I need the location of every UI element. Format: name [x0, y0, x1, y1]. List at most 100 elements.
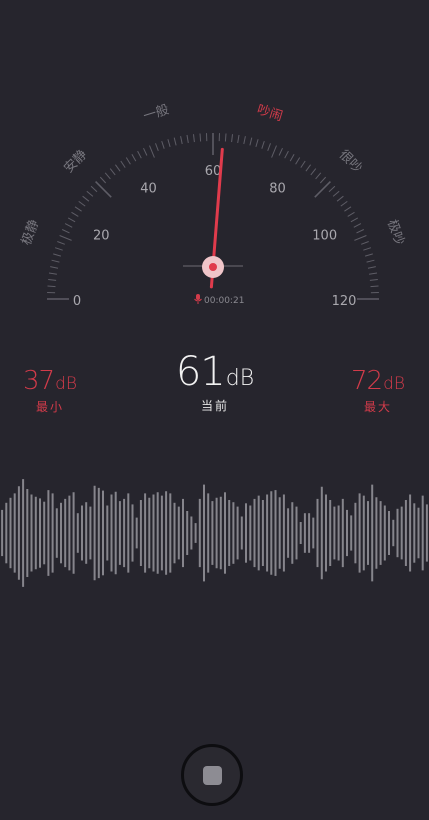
zone-label: 极吵 [384, 217, 408, 247]
dial-tick [340, 200, 348, 207]
dial-tick [369, 279, 378, 281]
dial-tick [53, 253, 62, 257]
dial-tick [255, 139, 259, 148]
dial-tick [319, 176, 327, 184]
dial-label: 40 [140, 181, 157, 196]
dial-tick [137, 150, 142, 159]
dial-tick [314, 181, 331, 198]
dial-tick [336, 195, 344, 202]
dial-tick [67, 217, 76, 223]
dial-tick [353, 223, 362, 228]
dial-tick [104, 172, 111, 180]
dial-tick [125, 157, 131, 165]
dial-tick [57, 241, 65, 245]
dial-tick [367, 266, 376, 269]
dial-tick [231, 134, 233, 143]
dial-tick [249, 137, 253, 146]
stop-square-icon [202, 765, 222, 785]
waveform [1, 479, 428, 587]
max-stat: 72dB 最大 [346, 366, 410, 415]
dial-tick [90, 185, 98, 193]
dial-tick [143, 147, 148, 156]
dial-tick [54, 247, 63, 251]
current-value: 61 [175, 349, 226, 395]
max-value: 72 [350, 366, 383, 396]
dial-tick [261, 140, 265, 149]
dial-label: 100 [312, 229, 337, 244]
min-stat: 37dB 最小 [18, 366, 82, 415]
dial-tick [95, 181, 112, 198]
mic-icon [194, 294, 202, 304]
dial-tick [267, 143, 271, 151]
stop-button[interactable] [181, 744, 243, 806]
dial-tick [370, 285, 379, 288]
dial-tick [86, 190, 94, 197]
dial-tick [47, 285, 56, 288]
dial-tick [350, 217, 359, 223]
dial-tick [99, 176, 107, 184]
dial-label: 20 [93, 229, 110, 244]
dial-tick [305, 164, 312, 172]
current-unit: dB [225, 366, 255, 391]
dial-tick [347, 211, 355, 217]
zone-label: 一般 [141, 102, 171, 125]
gauge: 020406080100120 极静安静一般 吵闹很吵极吵 00:00:21 [19, 102, 408, 309]
dial-tick [300, 160, 306, 168]
dial-tick [61, 229, 70, 234]
dial-tick [271, 145, 277, 158]
dial-tick [51, 259, 60, 263]
dial-tick [328, 185, 336, 193]
needle-hub-center [209, 263, 217, 271]
dial-tick [243, 136, 246, 145]
dial-tick [64, 223, 73, 228]
current-label: 当前 [200, 399, 229, 413]
dial-tick [332, 190, 340, 197]
dial-tick [354, 235, 367, 241]
dial-tick [71, 211, 79, 217]
dial-tick [180, 136, 183, 145]
dial-label: 80 [269, 181, 286, 196]
max-label: 最大 [363, 400, 392, 414]
dial-tick [149, 145, 155, 158]
dial-tick [193, 134, 195, 143]
min-unit: dB [55, 374, 78, 394]
dial-label: 120 [332, 294, 357, 309]
dial-tick [82, 195, 90, 202]
dial-tick [344, 206, 352, 212]
dial-tick [284, 150, 289, 159]
dial-label: 0 [73, 294, 81, 309]
dial-tick [364, 253, 373, 257]
dial-tick [114, 164, 121, 172]
dial-tick [155, 143, 159, 151]
dial-tick [295, 157, 301, 165]
dial-tick [278, 147, 283, 156]
dial-tick [315, 172, 322, 180]
dial-tick [50, 266, 59, 269]
dial-tick [48, 279, 57, 281]
dial-tick [131, 153, 137, 162]
dial-tick [289, 153, 295, 162]
zone-label: 很吵 [336, 147, 366, 177]
dial-tick [59, 235, 72, 241]
current-stat: 61dB 当前 [160, 349, 270, 414]
dial-tick [237, 134, 240, 143]
dial-tick [161, 140, 165, 149]
dial-tick [109, 168, 116, 176]
dial-tick [361, 241, 369, 245]
dial-tick [74, 206, 82, 212]
dial-tick [356, 229, 365, 234]
dial-tick [167, 139, 171, 148]
dial-tick [366, 259, 375, 263]
timer: 00:00:21 [204, 296, 244, 306]
dial-tick [363, 247, 372, 251]
zone-label: 安静 [61, 147, 90, 176]
dial-tick [199, 133, 202, 142]
zone-label: 极静 [19, 218, 42, 248]
dial-tick [173, 137, 177, 146]
dial-tick [186, 134, 189, 143]
dial-tick [78, 200, 86, 207]
min-value: 37 [22, 366, 55, 396]
dial-tick [224, 133, 227, 142]
max-unit: dB [383, 374, 406, 394]
dial-tick [48, 272, 57, 275]
